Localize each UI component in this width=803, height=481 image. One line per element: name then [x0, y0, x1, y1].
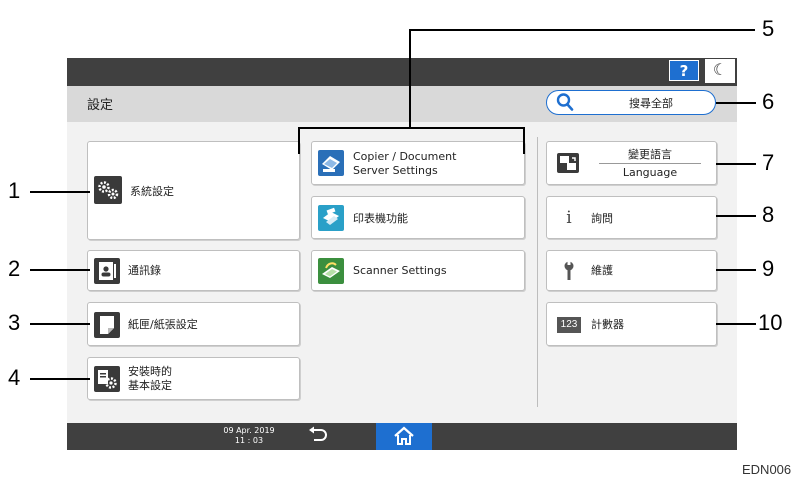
callout-5-leader-stem [409, 29, 411, 128]
date-time-display: 09 Apr. 2019 11 : 03 [214, 426, 284, 446]
callout-1: 1 [8, 178, 21, 203]
moon-icon: ☾ [712, 60, 728, 79]
address-book-icon [94, 258, 120, 284]
callout-5: 5 [762, 16, 775, 41]
callout-2: 2 [8, 256, 21, 281]
tray-paper-settings-label: 紙匣/紙張設定 [128, 318, 198, 331]
callout-9: 9 [762, 256, 775, 281]
printer-features-button[interactable]: 印表機功能 [311, 196, 525, 239]
callout-5-bracket-right [523, 127, 525, 154]
paper-icon [94, 312, 120, 338]
address-book-button[interactable]: 通訊錄 [87, 250, 300, 291]
search-icon [556, 93, 574, 111]
counter-button[interactable]: 123 計數器 [546, 302, 717, 346]
callout-1-leader [30, 191, 90, 193]
callout-10: 10 [758, 310, 783, 335]
wrench-icon [559, 260, 579, 282]
callout-8: 8 [762, 202, 775, 227]
info-icon: i [566, 208, 572, 228]
callout-6: 6 [762, 89, 775, 114]
install-settings-button[interactable]: 安裝時的 基本設定 [87, 357, 300, 400]
maintenance-button[interactable]: 維護 [546, 250, 717, 291]
callout-3: 3 [8, 310, 21, 335]
copier-document-server-settings-button[interactable]: Copier / Document Server Settings [311, 141, 525, 185]
search-all-label: 搜尋全部 [629, 97, 673, 110]
callout-5-bracket-left [298, 127, 300, 154]
change-language-button[interactable]: 變更語言 Language [546, 141, 717, 185]
printer-features-label: 印表機功能 [353, 212, 408, 225]
scanner-settings-label: Scanner Settings [353, 264, 447, 277]
callout-4-leader [30, 378, 90, 380]
top-status-bar [67, 58, 737, 86]
copier-label-line1: Copier / Document [353, 150, 457, 163]
date-text: 09 Apr. 2019 [223, 426, 275, 435]
copier-icon [318, 150, 344, 176]
home-button[interactable] [376, 423, 432, 450]
inquiry-button[interactable]: i 詢問 [546, 196, 717, 239]
callout-9-leader [716, 269, 756, 271]
energy-saver-button[interactable]: ☾ [705, 59, 735, 83]
system-settings-button[interactable]: 系統設定 [87, 141, 300, 240]
install-settings-label-line2: 基本設定 [128, 379, 172, 392]
scanner-settings-button[interactable]: Scanner Settings [311, 250, 525, 291]
gears-icon [94, 176, 122, 204]
language-label: Language [622, 166, 678, 179]
back-icon[interactable] [306, 425, 330, 445]
callout-2-leader [30, 269, 90, 271]
scanner-icon [318, 258, 344, 284]
maintenance-label: 維護 [591, 264, 613, 277]
language-switch-icon [557, 153, 579, 173]
callout-3-leader [30, 323, 90, 325]
counter-icon: 123 [557, 317, 581, 333]
copier-label-line2: Server Settings [353, 164, 438, 177]
install-settings-icon [94, 366, 120, 392]
home-icon [394, 426, 414, 445]
system-settings-label: 系統設定 [130, 185, 174, 198]
callout-5-leader-top [409, 29, 755, 31]
figure-code: EDN006 [742, 462, 792, 477]
callout-7: 7 [762, 150, 775, 175]
inquiry-label: 詢問 [591, 212, 613, 225]
tray-paper-settings-button[interactable]: 紙匣/紙張設定 [87, 302, 300, 346]
install-settings-label-line1: 安裝時的 [128, 365, 172, 378]
help-button[interactable]: ? [669, 60, 699, 81]
callout-5-bracket [298, 127, 525, 129]
address-book-label: 通訊錄 [128, 264, 161, 277]
callout-4: 4 [8, 365, 21, 390]
callout-6-leader [716, 102, 756, 104]
callout-7-leader [716, 163, 756, 165]
change-language-label: 變更語言 [628, 148, 672, 161]
counter-label: 計數器 [591, 318, 624, 331]
language-label-divider [599, 163, 701, 164]
time-text: 11 : 03 [234, 436, 264, 445]
callout-8-leader [716, 215, 756, 217]
printer-icon [318, 205, 344, 231]
callout-10-leader [716, 323, 756, 325]
page-title: 設定 [87, 98, 114, 113]
column-divider [537, 137, 538, 407]
